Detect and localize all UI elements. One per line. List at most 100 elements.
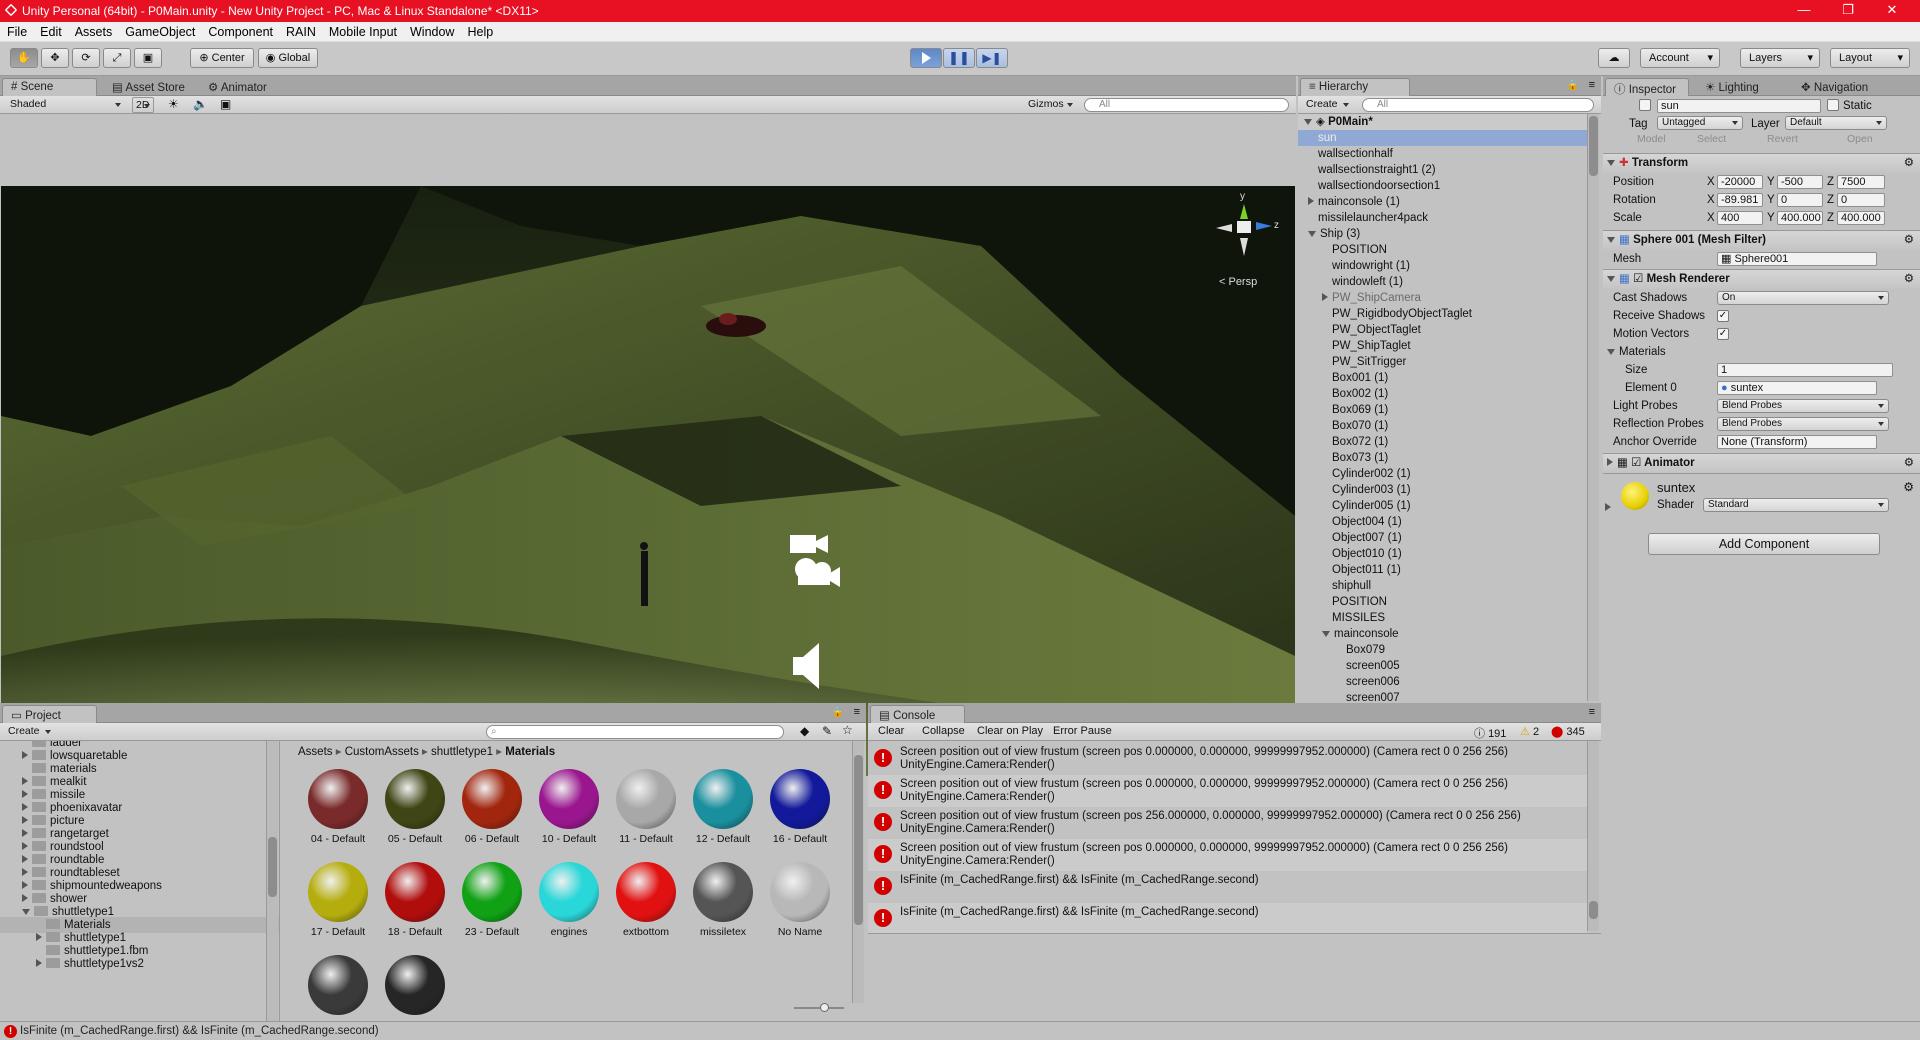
hierarchy-item[interactable]: shiphull [1298, 578, 1587, 594]
hierarchy-item[interactable]: Box072 (1) [1298, 434, 1587, 450]
hand-tool-button[interactable]: ✋ [10, 48, 38, 68]
mesh-filter-header[interactable]: ▦ Sphere 001 (Mesh Filter) ⚙ [1603, 230, 1920, 250]
material-thumbnail[interactable] [308, 955, 368, 1015]
static-checkbox[interactable] [1827, 99, 1839, 111]
scene-search-input[interactable]: All [1084, 98, 1289, 112]
pivot-global-button[interactable]: ◉ Global [258, 48, 318, 68]
hierarchy-item[interactable]: PW_ObjectTaglet [1298, 322, 1587, 338]
materials-row[interactable]: Materials [1603, 343, 1920, 361]
audio-icon[interactable]: 🔈 [193, 97, 208, 111]
icon-size-slider[interactable] [794, 1003, 844, 1012]
breadcrumb-assets[interactable]: Assets [298, 746, 333, 758]
pause-button[interactable]: ❚❚ [943, 48, 975, 68]
light-probes-dropdown[interactable]: Blend Probes [1717, 399, 1889, 413]
console-entry[interactable]: ! Screen position out of view frustum (sc… [868, 839, 1587, 871]
expand-arrow-icon[interactable] [22, 803, 28, 811]
hierarchy-item[interactable]: wallsectionstraight1 (2) [1298, 162, 1587, 178]
scene-orientation-gizmo[interactable]: y z [1204, 191, 1284, 264]
hierarchy-item[interactable]: missilelauncher4pack [1298, 210, 1587, 226]
hierarchy-item[interactable]: Box069 (1) [1298, 402, 1587, 418]
position-x-field[interactable]: -20000 [1717, 175, 1763, 189]
hierarchy-item[interactable]: mainconsole (1) [1298, 194, 1587, 210]
hierarchy-item[interactable]: MISSILES [1298, 610, 1587, 626]
menu-assets[interactable]: Assets [68, 22, 119, 39]
log-count-toggle[interactable]: ⓘ 191 [1474, 725, 1506, 741]
expand-arrow-icon[interactable] [22, 790, 28, 798]
menu-mobile-input[interactable]: Mobile Input [322, 22, 403, 39]
gear-icon[interactable]: ⚙ [1904, 231, 1914, 250]
expand-arrow-icon[interactable] [1308, 231, 1316, 237]
scale-z-field[interactable]: 400.000 [1837, 211, 1885, 225]
gizmos-dropdown[interactable]: Gizmos [1024, 97, 1076, 113]
2d-toggle[interactable]: 2D [132, 97, 154, 113]
position-z-field[interactable]: 7500 [1837, 175, 1885, 189]
collapse-arrow-icon[interactable] [1605, 500, 1615, 514]
folder-tree-scrollbar[interactable] [266, 741, 278, 1021]
material-thumbnail[interactable] [770, 862, 830, 922]
prefab-revert-button[interactable]: Revert [1767, 133, 1798, 145]
console-clear-on-play-button[interactable]: Clear on Play [977, 725, 1043, 737]
add-component-button[interactable]: Add Component [1648, 533, 1880, 555]
tab-lighting[interactable]: ☀ Lighting [1697, 78, 1767, 96]
rotation-y-field[interactable]: 0 [1777, 193, 1823, 207]
hierarchy-item[interactable]: PW_ShipTaglet [1298, 338, 1587, 354]
asset-scrollbar[interactable] [852, 741, 864, 1003]
scale-y-field[interactable]: 400.000 [1777, 211, 1823, 225]
menu-gameobject[interactable]: GameObject [118, 22, 201, 39]
persp-label[interactable]: < Persp [1219, 276, 1257, 288]
lighting-icon[interactable]: ☀ [168, 97, 179, 111]
project-search-input[interactable]: ⌕ [486, 725, 784, 739]
scene-root-row[interactable]: ◈ P0Main* [1298, 114, 1587, 130]
menu-component[interactable]: Component [201, 22, 279, 39]
layer-dropdown[interactable]: Default [1785, 116, 1887, 130]
hierarchy-item[interactable]: POSITION [1298, 594, 1587, 610]
menu-help[interactable]: Help [460, 22, 499, 39]
material-thumbnail[interactable] [308, 769, 368, 829]
scale-tool-button[interactable]: ⤢ [103, 48, 131, 68]
hierarchy-item[interactable]: screen006 [1298, 674, 1587, 690]
gear-icon[interactable]: ⚙ [1904, 270, 1914, 289]
prefab-select-button[interactable]: Select [1697, 133, 1726, 145]
tab-inspector[interactable]: ⓘ Inspector [1605, 78, 1689, 96]
position-y-field[interactable]: -500 [1777, 175, 1823, 189]
animator-enabled-checkbox[interactable]: ☑ [1631, 457, 1641, 469]
console-collapse-button[interactable]: Collapse [922, 725, 965, 737]
expand-arrow-icon[interactable] [22, 855, 28, 863]
menu-rain[interactable]: RAIN [279, 22, 322, 39]
hierarchy-item[interactable]: Ship (3) [1298, 226, 1587, 242]
console-entry[interactable]: ! Screen position out of view frustum (sc… [868, 807, 1587, 839]
hierarchy-item[interactable]: screen005 [1298, 658, 1587, 674]
material-thumbnail[interactable] [385, 862, 445, 922]
material-thumbnail[interactable] [693, 769, 753, 829]
tab-scene[interactable]: # Scene [2, 78, 97, 96]
hierarchy-item[interactable]: Cylinder005 (1) [1298, 498, 1587, 514]
material-thumbnail[interactable] [770, 769, 830, 829]
hierarchy-item[interactable]: PW_RigidbodyObjectTaglet [1298, 306, 1587, 322]
scene-viewport[interactable]: y z < Persp [1, 186, 1295, 776]
menu-file[interactable]: File [0, 22, 33, 39]
filter-type-icon[interactable]: ◆ [800, 724, 809, 738]
expand-arrow-icon[interactable] [22, 881, 28, 889]
material-thumbnail[interactable] [539, 862, 599, 922]
hierarchy-item[interactable]: Box070 (1) [1298, 418, 1587, 434]
hierarchy-item[interactable]: Object004 (1) [1298, 514, 1587, 530]
material-thumbnail[interactable] [462, 769, 522, 829]
hierarchy-item[interactable]: windowleft (1) [1298, 274, 1587, 290]
animator-header[interactable]: ▦ ☑ Animator ⚙ [1603, 453, 1920, 473]
anchor-override-field[interactable]: None (Transform) [1717, 435, 1877, 449]
panel-menu-icon[interactable]: ≡ [1589, 706, 1595, 718]
material-thumbnail[interactable] [693, 862, 753, 922]
hierarchy-item[interactable]: Object010 (1) [1298, 546, 1587, 562]
play-button[interactable] [910, 48, 942, 68]
shading-dropdown[interactable]: Shaded [6, 97, 124, 113]
hierarchy-create-dropdown[interactable]: Create [1302, 97, 1352, 113]
prefab-model-button[interactable]: Model [1637, 133, 1666, 145]
hierarchy-item[interactable]: windowright (1) [1298, 258, 1587, 274]
breadcrumb-materials[interactable]: Materials [505, 746, 555, 758]
transform-header[interactable]: ✚ Transform ⚙ [1603, 153, 1920, 173]
hierarchy-item[interactable]: Box001 (1) [1298, 370, 1587, 386]
material-thumbnail[interactable] [539, 769, 599, 829]
asset-scroll-thumb[interactable] [854, 755, 863, 925]
rect-tool-button[interactable]: ▣ [134, 48, 162, 68]
element0-field[interactable]: ● suntex [1717, 381, 1877, 395]
